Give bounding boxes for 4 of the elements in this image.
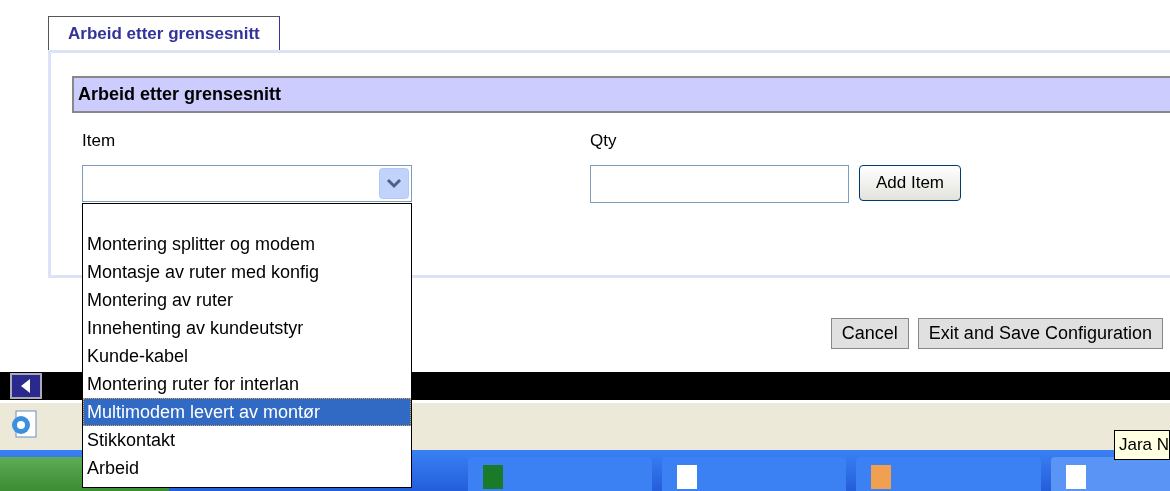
tooltip: Jara N	[1113, 430, 1170, 460]
qty-label: Qty	[590, 131, 617, 151]
section-header: Arbeid etter grensesnitt	[72, 76, 1170, 113]
item-label: Item	[82, 131, 116, 151]
